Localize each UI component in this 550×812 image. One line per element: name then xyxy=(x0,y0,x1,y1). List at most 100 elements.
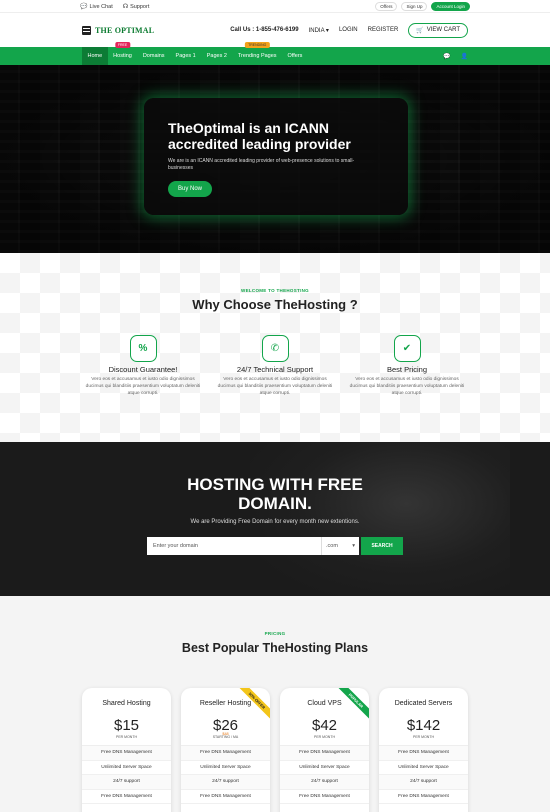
user-icon[interactable]: 👤 xyxy=(461,53,468,60)
domain-title: HOSTING WITH FREE DOMAIN. xyxy=(187,475,363,513)
feature-title: Discount Guarantee! xyxy=(108,365,178,374)
login-link[interactable]: LOGIN xyxy=(339,27,358,33)
nav-item-hosting[interactable]: FREE Hosting xyxy=(108,42,138,65)
plan-features: Free DNS Management Unlimited Server Spa… xyxy=(82,745,171,804)
nav-label: Offers xyxy=(287,53,303,59)
nav-label: Hosting xyxy=(113,53,132,59)
plan-feature: Unlimited Server Space xyxy=(280,761,369,775)
call-us: Call Us : 1-855-476-6199 xyxy=(230,27,298,33)
plan-price: $42 xyxy=(311,717,338,734)
feature-title: 24/7 Technical Support xyxy=(236,365,314,374)
feature-pricing: ✔ Best Pricing Vero eos et accusamus et … xyxy=(348,335,466,397)
why-choose-section: WELCOME TO THEHOSTING Why Choose TheHost… xyxy=(0,253,550,442)
plan-feature: 24/7 support xyxy=(280,775,369,790)
plan-card-reseller[interactable]: 50% OFFER Reseller Hosting $48 $26 START… xyxy=(181,688,270,812)
live-chat-label: Live Chat xyxy=(89,3,113,10)
sign-up-pill[interactable]: Sign Up xyxy=(401,1,428,11)
plan-feature: Free DNS Management xyxy=(82,790,171,804)
plan-feature: 24/7 support xyxy=(379,775,468,790)
tld-select[interactable]: .com ▾ xyxy=(321,537,359,555)
register-link[interactable]: REGISTER xyxy=(368,27,399,33)
feature-desc: Vero eos et accusamus et iusto odio dign… xyxy=(217,377,333,396)
chevron-down-icon: ▾ xyxy=(325,27,329,34)
percent-icon: % xyxy=(129,335,157,362)
nav-item-trending-pages[interactable]: TRENDING Trending Pages xyxy=(232,42,282,65)
nav-label: Trending Pages xyxy=(237,53,277,59)
old-price: $48 xyxy=(222,732,229,736)
page: 💬 Live Chat ☊ Support Offers Sign Up Accou… xyxy=(0,0,550,812)
nav-item-pages-2[interactable]: Pages 2 xyxy=(201,47,232,65)
plan-card-cloud-vps[interactable]: POPULAR Cloud VPS $42 PER MONTH Free DNS… xyxy=(280,688,369,812)
call-number[interactable]: 1-855-476-6199 xyxy=(256,27,299,33)
feature-desc: Vero eos et accusamus et iusto odio dign… xyxy=(349,377,465,396)
domain-search-form: Enter your domain .com ▾ SEARCH xyxy=(0,537,550,555)
country-label: INDIA xyxy=(308,27,325,34)
feature-title: Best Pricing xyxy=(386,365,428,374)
site-header: THE OPTIMAL Call Us : 1-855-476-6199 IND… xyxy=(0,13,550,47)
phone-icon: ✆ xyxy=(261,335,289,362)
plan-feature: 24/7 support xyxy=(82,775,171,790)
plan-feature: Free DNS Management xyxy=(82,746,171,761)
buy-now-button[interactable]: Buy Now xyxy=(168,181,213,197)
plan-name: Dedicated Servers xyxy=(394,700,453,707)
section-kicker: PRICING xyxy=(264,631,286,636)
nav-item-home[interactable]: Home xyxy=(82,47,108,65)
domain-search-section: HOSTING WITH FREE DOMAIN. We are Providi… xyxy=(0,442,550,596)
plan-price: $142 xyxy=(406,717,441,734)
nav-label: Pages 2 xyxy=(206,53,227,59)
plan-feature: Unlimited Server Space xyxy=(181,761,270,775)
section-kicker: WELCOME TO THEHOSTING xyxy=(241,288,309,293)
view-cart-label: VIEW CART xyxy=(426,27,460,33)
plan-card-dedicated[interactable]: Dedicated Servers $142 PER MONTH Free DN… xyxy=(379,688,468,812)
plan-feature: Free DNS Management xyxy=(181,790,270,804)
live-chat-link[interactable]: 💬 Live Chat xyxy=(80,3,113,10)
plan-feature: 24/7 support xyxy=(181,775,270,790)
nav-item-offers[interactable]: Offers xyxy=(282,47,308,65)
plan-period: PER MONTH xyxy=(116,735,137,739)
plan-feature: Unlimited Server Space xyxy=(379,761,468,775)
nav-label: Home xyxy=(87,53,103,59)
top-utility-bar: 💬 Live Chat ☊ Support Offers Sign Up Accou… xyxy=(0,0,550,13)
nav-label: Pages 1 xyxy=(175,53,196,59)
plan-period: PER MONTH xyxy=(413,735,434,739)
search-button[interactable]: SEARCH xyxy=(361,537,403,555)
headset-icon: ☊ xyxy=(122,3,129,10)
server-logo-icon xyxy=(82,25,91,35)
plan-period: PER MONTH xyxy=(314,735,335,739)
plan-features: Free DNS Management Unlimited Server Spa… xyxy=(379,745,468,804)
nav-label: Domains xyxy=(142,53,165,59)
nav-item-pages-1[interactable]: Pages 1 xyxy=(170,47,201,65)
logo-text: THE OPTIMAL xyxy=(95,25,155,35)
plan-feature: Free DNS Management xyxy=(181,746,270,761)
plan-features: Free DNS Management Unlimited Server Spa… xyxy=(280,745,369,804)
plan-card-shared[interactable]: Shared Hosting $15 PER MONTH Free DNS Ma… xyxy=(82,688,171,812)
plan-price: $15 xyxy=(113,717,140,734)
chat-icon: 💬 xyxy=(80,3,88,10)
tld-value: .com xyxy=(326,543,338,549)
pricing-section: PRICING Best Popular TheHosting Plans Sh… xyxy=(0,596,550,812)
main-nav: Home FREE Hosting Domains Pages 1 Pages 2… xyxy=(0,42,550,65)
section-title: Why Choose TheHosting ? xyxy=(192,297,358,312)
chevron-down-icon: ▾ xyxy=(352,543,355,549)
feature-support: ✆ 24/7 Technical Support Vero eos et acc… xyxy=(216,335,334,397)
plan-feature: Free DNS Management xyxy=(379,746,468,761)
trending-badge: TRENDING xyxy=(245,42,270,48)
account-login-button[interactable]: Account Login xyxy=(431,1,470,11)
hero-subtitle: We are is an ICANN accredited leading pr… xyxy=(168,158,355,171)
check-icon: ✔ xyxy=(393,335,421,362)
nav-item-domains[interactable]: Domains xyxy=(137,47,170,65)
view-cart-button[interactable]: 🛒 VIEW CART xyxy=(408,22,468,38)
offers-pill[interactable]: Offers xyxy=(375,1,398,11)
logo[interactable]: THE OPTIMAL xyxy=(82,25,155,35)
feature-desc: Vero eos et accusamus et iusto odio dign… xyxy=(85,377,201,396)
plan-features: Free DNS Management Unlimited Server Spa… xyxy=(181,745,270,804)
cart-icon: 🛒 xyxy=(416,27,424,34)
support-link[interactable]: ☊ Support xyxy=(123,3,150,10)
domain-input[interactable]: Enter your domain xyxy=(147,537,321,555)
plan-feature: Free DNS Management xyxy=(379,790,468,804)
plan-feature: Free DNS Management xyxy=(280,746,369,761)
free-badge: FREE xyxy=(114,42,131,48)
country-selector[interactable]: INDIA ▾ xyxy=(309,27,329,34)
feature-discount: % Discount Guarantee! Vero eos et accusa… xyxy=(84,335,202,397)
chat-bubble-icon[interactable]: 💬 xyxy=(443,53,450,60)
